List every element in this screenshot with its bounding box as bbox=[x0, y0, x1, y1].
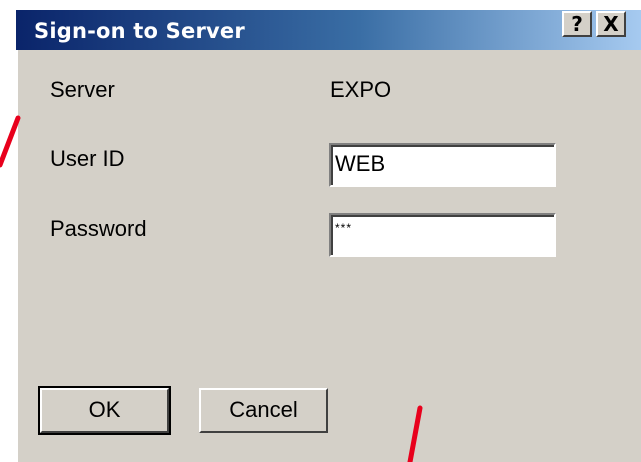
red-annotation-stroke-bottom bbox=[407, 405, 423, 462]
red-annotation-stroke-left bbox=[0, 115, 21, 168]
annotation-overlay bbox=[0, 115, 423, 462]
